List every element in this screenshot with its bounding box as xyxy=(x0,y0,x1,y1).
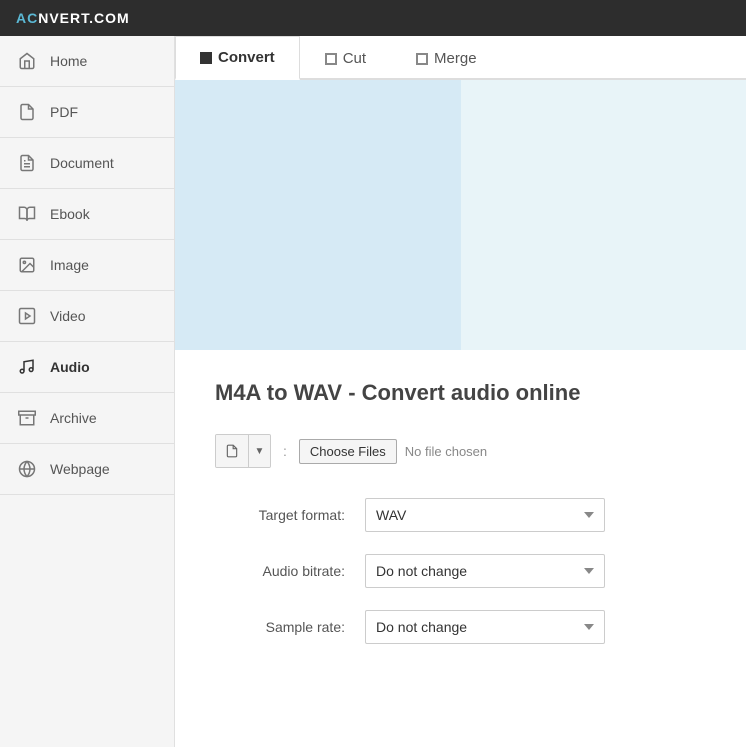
sidebar-item-archive[interactable]: Archive xyxy=(0,393,174,444)
sidebar-label-webpage: Webpage xyxy=(50,461,110,477)
sidebar-item-video[interactable]: Video xyxy=(0,291,174,342)
archive-icon xyxy=(16,407,38,429)
sample-rate-label: Sample rate: xyxy=(215,619,345,635)
cut-tab-icon xyxy=(325,53,337,65)
choose-files-button[interactable]: Choose Files xyxy=(299,439,397,464)
audio-bitrate-label: Audio bitrate: xyxy=(215,563,345,579)
page-title: M4A to WAV - Convert audio online xyxy=(215,380,706,406)
sidebar: Home PDF Document Ebook Image xyxy=(0,36,175,747)
audio-icon xyxy=(16,356,38,378)
file-icon-button[interactable] xyxy=(216,435,248,467)
sidebar-item-document[interactable]: Document xyxy=(0,138,174,189)
sidebar-label-video: Video xyxy=(50,308,86,324)
merge-tab-icon xyxy=(416,53,428,65)
tab-merge[interactable]: Merge xyxy=(391,36,502,80)
webpage-icon xyxy=(16,458,38,480)
sidebar-item-pdf[interactable]: PDF xyxy=(0,87,174,138)
site-logo: ACNVERT.COM xyxy=(16,10,130,26)
sidebar-item-audio[interactable]: Audio xyxy=(0,342,174,393)
audio-bitrate-row: Audio bitrate: Do not change xyxy=(215,554,706,588)
file-dropdown-button[interactable]: ▼ xyxy=(248,435,270,467)
tab-cut-label: Cut xyxy=(343,50,366,67)
logo-icon: AC xyxy=(16,10,38,26)
page-content: M4A to WAV - Convert audio online ▼ : Ch… xyxy=(175,350,746,696)
sidebar-label-archive: Archive xyxy=(50,410,97,426)
tab-convert[interactable]: Convert xyxy=(175,36,300,80)
sidebar-item-ebook[interactable]: Ebook xyxy=(0,189,174,240)
ebook-icon xyxy=(16,203,38,225)
sidebar-label-audio: Audio xyxy=(50,359,90,375)
top-nav: ACNVERT.COM xyxy=(0,0,746,36)
sidebar-label-document: Document xyxy=(50,155,114,171)
sidebar-item-image[interactable]: Image xyxy=(0,240,174,291)
no-file-text: No file chosen xyxy=(405,444,487,459)
pdf-icon xyxy=(16,101,38,123)
audio-bitrate-select[interactable]: Do not change xyxy=(365,554,605,588)
sidebar-label-ebook: Ebook xyxy=(50,206,90,222)
tab-cut[interactable]: Cut xyxy=(300,36,391,80)
document-icon xyxy=(16,152,38,174)
file-btn-group: ▼ xyxy=(215,434,271,468)
tab-bar: Convert Cut Merge xyxy=(175,36,746,80)
file-separator: : xyxy=(283,443,287,459)
main-layout: Home PDF Document Ebook Image xyxy=(0,36,746,747)
video-icon xyxy=(16,305,38,327)
convert-tab-icon xyxy=(200,52,212,64)
sidebar-item-webpage[interactable]: Webpage xyxy=(0,444,174,495)
banner-left xyxy=(175,80,461,350)
target-format-select[interactable]: WAV xyxy=(365,498,605,532)
sidebar-label-image: Image xyxy=(50,257,89,273)
target-format-row: Target format: WAV xyxy=(215,498,706,532)
content-area: Convert Cut Merge M4A to WAV - Convert a… xyxy=(175,36,746,747)
banner-area xyxy=(175,80,746,350)
sidebar-label-home: Home xyxy=(50,53,87,69)
file-input-row: ▼ : Choose Files No file chosen xyxy=(215,434,706,468)
tab-convert-label: Convert xyxy=(218,49,275,66)
logo-text: NVERT.COM xyxy=(38,10,129,26)
sidebar-item-home[interactable]: Home xyxy=(0,36,174,87)
home-icon xyxy=(16,50,38,72)
tab-merge-label: Merge xyxy=(434,50,477,67)
sidebar-label-pdf: PDF xyxy=(50,104,78,120)
image-icon xyxy=(16,254,38,276)
target-format-label: Target format: xyxy=(215,507,345,523)
sample-rate-select[interactable]: Do not change xyxy=(365,610,605,644)
sample-rate-row: Sample rate: Do not change xyxy=(215,610,706,644)
banner-right xyxy=(461,80,746,350)
